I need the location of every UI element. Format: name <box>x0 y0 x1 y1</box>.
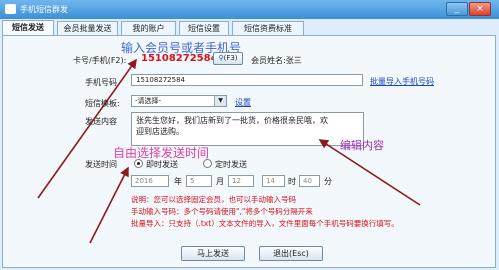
arrow-to-time <box>89 166 129 244</box>
arrow-to-card <box>37 58 137 199</box>
arrow-to-content <box>318 139 421 206</box>
annotation-arrows <box>37 58 421 244</box>
